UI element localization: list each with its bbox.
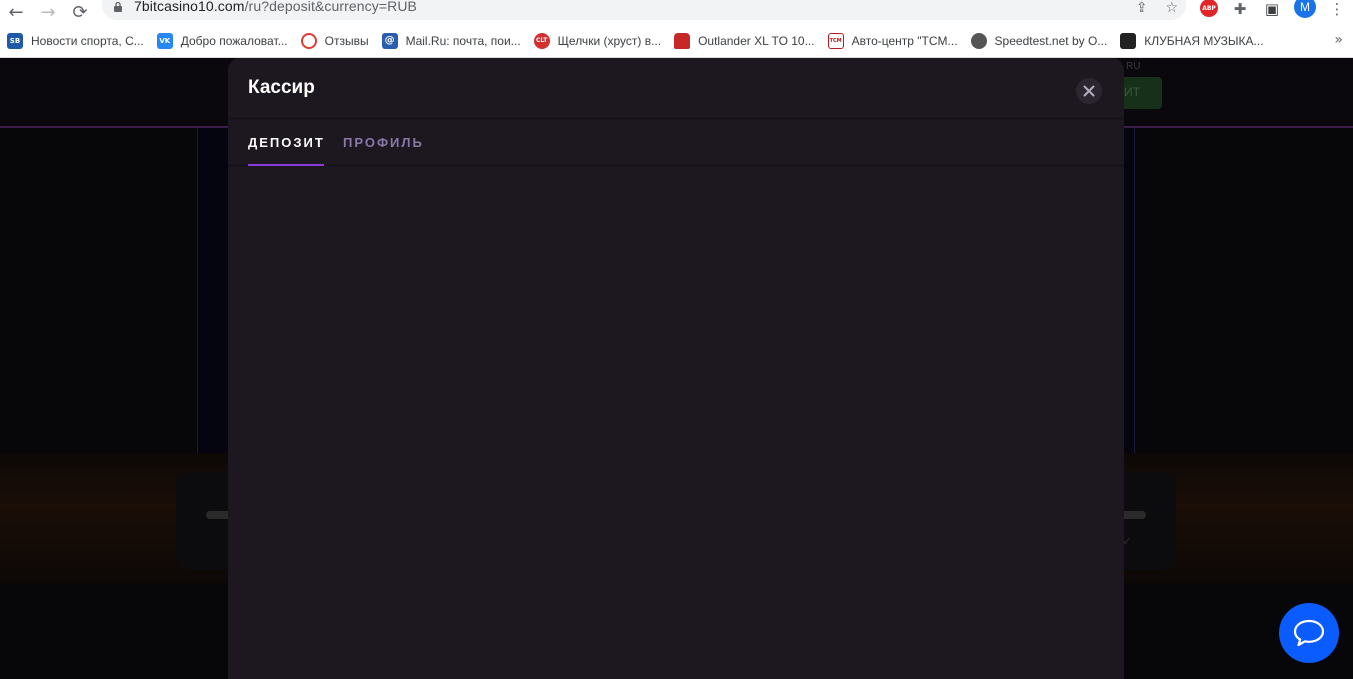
close-button[interactable] [1076, 78, 1102, 104]
share-icon[interactable]: ⇪ [1136, 0, 1148, 16]
bookmark-item[interactable]: TCM Авто-центр "TCM... [827, 29, 958, 53]
sb-favicon-icon: SB [7, 32, 23, 49]
kebab-menu-icon[interactable]: ⋮ [1329, 0, 1345, 18]
globe-favicon-icon [970, 32, 987, 49]
cube-favicon-icon [1120, 32, 1137, 49]
live-chat-button[interactable] [1279, 603, 1339, 663]
vk-favicon-icon: VK [156, 32, 173, 49]
bookmark-label: Mail.Ru: почта, пои... [405, 33, 521, 48]
url-path: /ru?deposit&currency=RUB [244, 0, 417, 14]
modal-title: Кассир [248, 77, 315, 98]
modal-tabs: ДЕПОЗИТ ПРОФИЛЬ [228, 119, 1124, 166]
tab-deposit[interactable]: ДЕПОЗИТ [248, 135, 325, 150]
bookmark-label: Outlander XL TO 10... [698, 33, 815, 48]
bookmark-label: Добро пожаловат... [180, 33, 288, 48]
bookmark-item[interactable]: VK Добро пожаловат... [156, 29, 288, 53]
bookmark-label: Новости спорта, С... [31, 33, 144, 48]
mailru-favicon-icon: @ [381, 32, 398, 49]
reload-icon[interactable]: ⟳ [64, 0, 96, 24]
bookmark-item[interactable]: SB Новости спорта, С... [7, 29, 144, 53]
url-host: 7bitcasino10.com [134, 0, 245, 14]
bookmarks-bar: SB Новости спорта, С... VK Добро пожаловат… [0, 24, 1353, 58]
bookmark-item[interactable]: CLT Щелчки (хруст) в... [533, 29, 662, 53]
lock-icon [114, 1, 122, 12]
bookmark-label: Авто-центр "TCM... [851, 33, 958, 48]
language-selector[interactable]: RU [1126, 61, 1140, 72]
cashier-modal: Кассир ДЕПОЗИТ ПРОФИЛЬ [228, 58, 1124, 679]
chat-bubble-icon [1293, 619, 1325, 647]
bookmark-item[interactable]: Outlander XL TO 10... [674, 29, 815, 53]
extensions-puzzle-icon[interactable]: ✚ [1231, 0, 1249, 18]
forward-icon[interactable]: → [32, 0, 64, 24]
tab-profile[interactable]: ПРОФИЛЬ [343, 135, 424, 150]
profile-avatar[interactable]: M [1294, 0, 1316, 18]
bookmark-label: КЛУБНАЯ МУЗЫКА... [1144, 33, 1264, 48]
modal-header: Кассир [228, 58, 1124, 119]
bookmark-item[interactable]: Speedtest.net by O... [970, 29, 1108, 53]
bookmark-item[interactable]: @ Mail.Ru: почта, пои... [381, 29, 521, 53]
bookmark-item[interactable]: КЛУБНАЯ МУЗЫКА... [1120, 29, 1264, 53]
address-bar[interactable]: 7bitcasino10.com/ru?deposit&currency=RUB… [102, 0, 1186, 20]
close-icon [1083, 85, 1095, 97]
back-icon[interactable]: ← [0, 0, 32, 24]
bookmark-label: Speedtest.net by O... [994, 33, 1108, 48]
bookmark-label: Отзывы [324, 33, 369, 48]
clt-favicon-icon: CLT [533, 32, 550, 49]
bookmark-star-icon[interactable]: ☆ [1165, 0, 1178, 16]
reviews-favicon-icon [300, 32, 317, 49]
bookmark-label: Щелчки (хруст) в... [557, 33, 662, 48]
adblock-plus-icon[interactable]: ABP [1200, 0, 1218, 17]
car-favicon-icon [674, 32, 691, 49]
more-bookmarks-icon[interactable]: » [1334, 32, 1343, 48]
tcm-favicon-icon: TCM [827, 32, 844, 49]
bookmark-item[interactable]: Отзывы [300, 29, 369, 53]
side-panel-icon[interactable]: ▣ [1263, 0, 1281, 18]
browser-toolbar: ← → ⟳ 7bitcasino10.com/ru?deposit&curren… [0, 0, 1353, 24]
url-text: 7bitcasino10.com/ru?deposit&currency=RUB [134, 0, 417, 14]
active-tab-indicator [248, 164, 324, 166]
